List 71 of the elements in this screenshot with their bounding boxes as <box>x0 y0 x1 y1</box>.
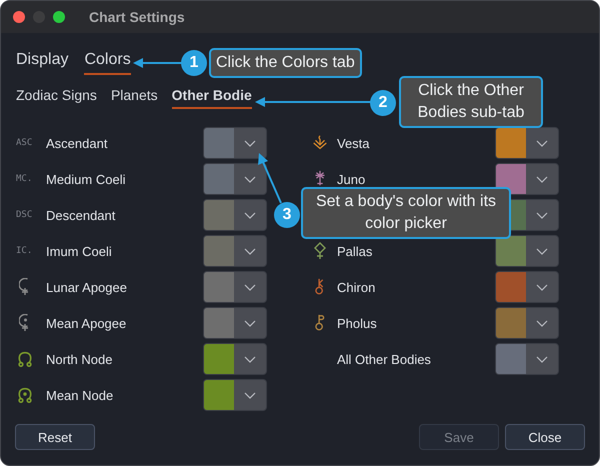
zoom-window-button[interactable] <box>53 11 65 23</box>
window-title: Chart Settings <box>89 9 185 25</box>
color-picker[interactable] <box>203 343 267 375</box>
body-name: Lunar Apogee <box>46 280 128 294</box>
color-picker[interactable] <box>495 235 559 267</box>
body-symbol: DSC <box>16 210 34 220</box>
dialog-button[interactable]: Close <box>505 424 585 450</box>
color-picker[interactable] <box>203 271 267 303</box>
chevron-icon <box>536 140 548 146</box>
chevron-icon <box>244 392 256 398</box>
body-name: Chiron <box>337 280 376 294</box>
tab[interactable]: Colors <box>84 51 131 75</box>
body-name: Descendant <box>46 208 116 222</box>
astro-glyph-icon <box>19 278 29 296</box>
chevron-icon <box>536 356 548 362</box>
callout-arrow <box>258 153 282 204</box>
chevron-icon <box>244 284 256 290</box>
color-picker[interactable] <box>495 343 559 375</box>
color-picker[interactable] <box>495 163 559 195</box>
body-name: Vesta <box>337 136 371 150</box>
tab[interactable]: Display <box>16 51 68 75</box>
callout-tooltip: Click the Other Bodies sub-tab <box>399 76 543 128</box>
step-number: 2 <box>370 90 396 116</box>
color-picker[interactable] <box>203 307 267 339</box>
body-name: All Other Bodies <box>337 352 432 366</box>
color-picker[interactable] <box>495 127 559 159</box>
chevron-icon <box>244 248 256 254</box>
callout-tooltip: Click the Colors tab <box>209 48 362 78</box>
chevron-icon <box>244 140 256 146</box>
chevron-icon <box>244 212 256 218</box>
astro-glyph-icon <box>16 350 34 368</box>
chevron-icon <box>244 176 256 182</box>
body-name: Imum Coeli <box>46 244 113 258</box>
body-symbol: ASC <box>16 138 34 148</box>
color-picker[interactable] <box>203 163 267 195</box>
dialog-button[interactable]: Reset <box>15 424 95 450</box>
body-name: Mean Node <box>46 388 114 402</box>
chevron-icon <box>536 320 548 326</box>
astro-glyph-icon <box>19 314 29 332</box>
body-name: Medium Coeli <box>46 172 126 186</box>
body-name: Mean Apogee <box>46 316 128 330</box>
body-name: Ascendant <box>46 136 108 150</box>
astro-glyph-icon <box>16 386 34 404</box>
chevron-icon <box>536 212 548 218</box>
chevron-icon <box>244 320 256 326</box>
body-name: Juno <box>337 172 366 186</box>
callout-tooltip: Set a body's color with its color picker <box>301 187 511 239</box>
step-number: 3 <box>274 202 300 228</box>
chevron-icon <box>536 176 548 182</box>
chevron-icon <box>536 284 548 290</box>
body-name: Pholus <box>337 316 378 330</box>
sub-tab[interactable]: Other Bodie <box>172 87 252 109</box>
color-picker[interactable] <box>203 199 267 231</box>
callout-arrow <box>133 58 182 68</box>
body-name: Pallas <box>337 244 374 258</box>
astro-glyph-icon <box>311 134 329 152</box>
color-picker[interactable] <box>495 271 559 303</box>
astro-glyph-icon <box>314 242 326 260</box>
sub-tab[interactable]: Zodiac Signs <box>16 87 97 109</box>
chevron-icon <box>536 248 548 254</box>
body-symbol: IC. <box>16 246 34 256</box>
color-picker[interactable] <box>495 307 559 339</box>
color-picker[interactable] <box>203 379 267 411</box>
body-symbol: MC. <box>16 174 34 184</box>
color-picker[interactable] <box>203 235 267 267</box>
close-window-button[interactable] <box>13 11 25 23</box>
body-name: North Node <box>46 352 114 366</box>
sub-tab[interactable]: Planets <box>110 87 158 109</box>
color-picker[interactable] <box>203 127 267 159</box>
step-number: 1 <box>181 50 207 76</box>
chevron-icon <box>244 356 256 362</box>
